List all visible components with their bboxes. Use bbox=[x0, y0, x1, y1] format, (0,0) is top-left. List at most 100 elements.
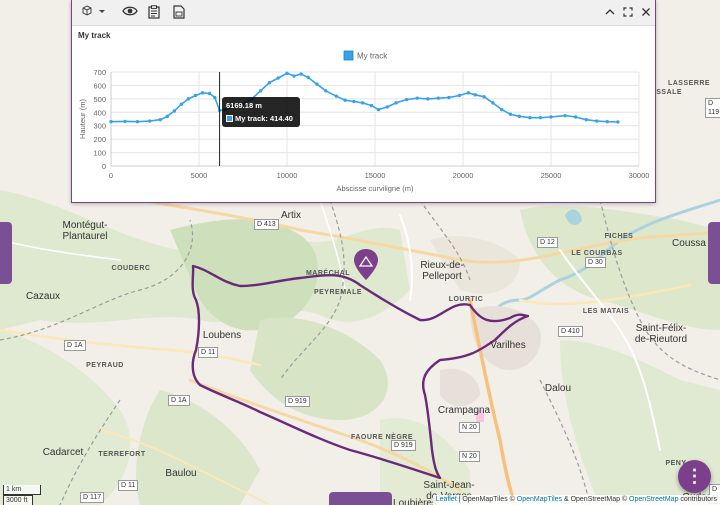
town-label: Saint-Félix- de-Rieutord bbox=[634, 323, 688, 345]
data-point bbox=[616, 120, 620, 124]
data-point bbox=[376, 107, 381, 112]
expand-icon[interactable] bbox=[623, 5, 633, 21]
data-point bbox=[473, 93, 478, 97]
road-number-label: D 11 bbox=[198, 347, 219, 358]
town-label: Rieux-de- Pelleport bbox=[420, 260, 464, 282]
town-label: Loubens bbox=[202, 330, 242, 341]
attribution-text: | OpenMapTiles © bbox=[456, 496, 517, 503]
data-point bbox=[213, 95, 217, 100]
data-point bbox=[528, 115, 532, 120]
data-point bbox=[292, 74, 296, 78]
x-tick-label: 10000 bbox=[277, 171, 298, 180]
data-point bbox=[457, 93, 462, 98]
data-point bbox=[549, 115, 553, 119]
panel-toolbar bbox=[72, 0, 655, 26]
tooltip-header: 6169.18 m bbox=[226, 101, 262, 110]
x-tick-label: 20000 bbox=[453, 171, 474, 180]
road-number-label: D 12 bbox=[537, 237, 558, 248]
town-label: Crampagna bbox=[437, 405, 491, 416]
data-point bbox=[123, 119, 127, 124]
chevron-down-icon[interactable] bbox=[98, 5, 106, 21]
series-line bbox=[110, 72, 618, 123]
road-number-label: D 919 bbox=[391, 440, 416, 451]
data-point bbox=[538, 115, 543, 120]
openstreetmap-link[interactable]: OpenStreetMap bbox=[629, 496, 678, 503]
data-point bbox=[605, 119, 610, 124]
clipboard-icon[interactable] bbox=[148, 5, 160, 21]
data-point bbox=[595, 119, 599, 123]
data-point bbox=[135, 119, 140, 124]
data-point bbox=[165, 114, 170, 119]
eye-icon[interactable] bbox=[122, 5, 138, 21]
y-tick-label: 100 bbox=[93, 149, 106, 158]
road-number-label: D 410 bbox=[558, 326, 583, 337]
data-point bbox=[352, 99, 356, 104]
more-options-button[interactable]: ⋮ bbox=[678, 460, 711, 493]
tooltip-value: My track: 414.40 m bbox=[226, 114, 293, 136]
town-label: Varilhes bbox=[490, 340, 526, 351]
road-number-label: N 20 bbox=[459, 422, 480, 433]
locality-label: TERREFORT bbox=[98, 451, 146, 458]
map-scale: 1 km 3000 ft bbox=[3, 485, 41, 505]
openmaptiles-link[interactable]: OpenMapTiles bbox=[517, 496, 562, 503]
locality-label: FICHES bbox=[604, 233, 634, 240]
x-tick-label: 15000 bbox=[365, 171, 386, 180]
data-point bbox=[491, 101, 495, 105]
data-point bbox=[404, 97, 409, 102]
x-tick-label: 30000 bbox=[629, 171, 650, 180]
more-vertical-icon: ⋮ bbox=[685, 466, 704, 486]
road-number-label: N 20 bbox=[459, 451, 480, 462]
image-icon[interactable] bbox=[173, 5, 185, 21]
locality-label: COUDERC bbox=[111, 265, 151, 272]
data-point bbox=[369, 103, 374, 108]
data-point bbox=[334, 94, 338, 98]
right-panel-tab[interactable] bbox=[708, 222, 720, 284]
data-point bbox=[482, 95, 486, 99]
chevron-up-icon[interactable] bbox=[605, 5, 615, 21]
road-number-label: D 1A bbox=[168, 395, 190, 406]
data-point bbox=[508, 112, 513, 117]
elevation-profile-panel: My track My track 0 100 200 300 400 500 600 700 0… bbox=[71, 0, 656, 203]
map-attribution: Leaflet | OpenMapTiles © OpenMapTiles & … bbox=[432, 495, 720, 505]
town-label: Cadarcet bbox=[42, 447, 84, 458]
data-point bbox=[385, 105, 390, 109]
data-point bbox=[258, 89, 263, 93]
data-point bbox=[299, 72, 303, 76]
y-tick-label: 0 bbox=[102, 162, 106, 171]
road-number-label: D 919 bbox=[285, 396, 310, 407]
scale-imperial: 3000 ft bbox=[3, 495, 33, 505]
data-point bbox=[267, 81, 272, 85]
attribution-text: contributors bbox=[678, 496, 717, 503]
legend-label: My track bbox=[357, 52, 388, 61]
road-number-label: D 11 bbox=[118, 480, 139, 491]
y-tick-label: 500 bbox=[93, 95, 106, 104]
leaflet-link[interactable]: Leaflet bbox=[436, 496, 457, 503]
data-point bbox=[343, 98, 347, 102]
tooltip-line: My track: 414.40 m bbox=[226, 112, 296, 138]
elevation-chart[interactable]: My track 0 100 200 300 400 500 600 700 0 5000 10000… bbox=[72, 27, 657, 203]
data-point bbox=[360, 101, 365, 105]
bottom-panel-tab[interactable] bbox=[329, 492, 392, 505]
data-point bbox=[517, 114, 522, 119]
data-point bbox=[415, 96, 419, 100]
data-point bbox=[466, 91, 470, 95]
data-point bbox=[426, 97, 430, 101]
town-label: Montégut- Plantaurel bbox=[62, 220, 108, 242]
data-point bbox=[436, 96, 441, 100]
road-number-label: D 413 bbox=[254, 219, 279, 230]
town-label: Cazaux bbox=[26, 291, 60, 302]
cube-icon[interactable] bbox=[82, 5, 92, 21]
data-point bbox=[324, 89, 328, 93]
attribution-text: & OpenStreetMap © bbox=[562, 496, 630, 503]
left-panel-tab[interactable] bbox=[0, 222, 12, 284]
y-tick-label: 400 bbox=[93, 108, 106, 117]
y-tick-label: 300 bbox=[93, 122, 106, 131]
data-point bbox=[584, 117, 588, 122]
town-label: Loubières bbox=[393, 498, 437, 505]
road-number-label: D 119 bbox=[705, 98, 720, 118]
close-icon[interactable] bbox=[641, 5, 651, 21]
data-point bbox=[447, 95, 451, 100]
town-label: Coussa bbox=[672, 238, 706, 249]
data-point bbox=[179, 102, 184, 106]
data-point bbox=[276, 76, 280, 80]
